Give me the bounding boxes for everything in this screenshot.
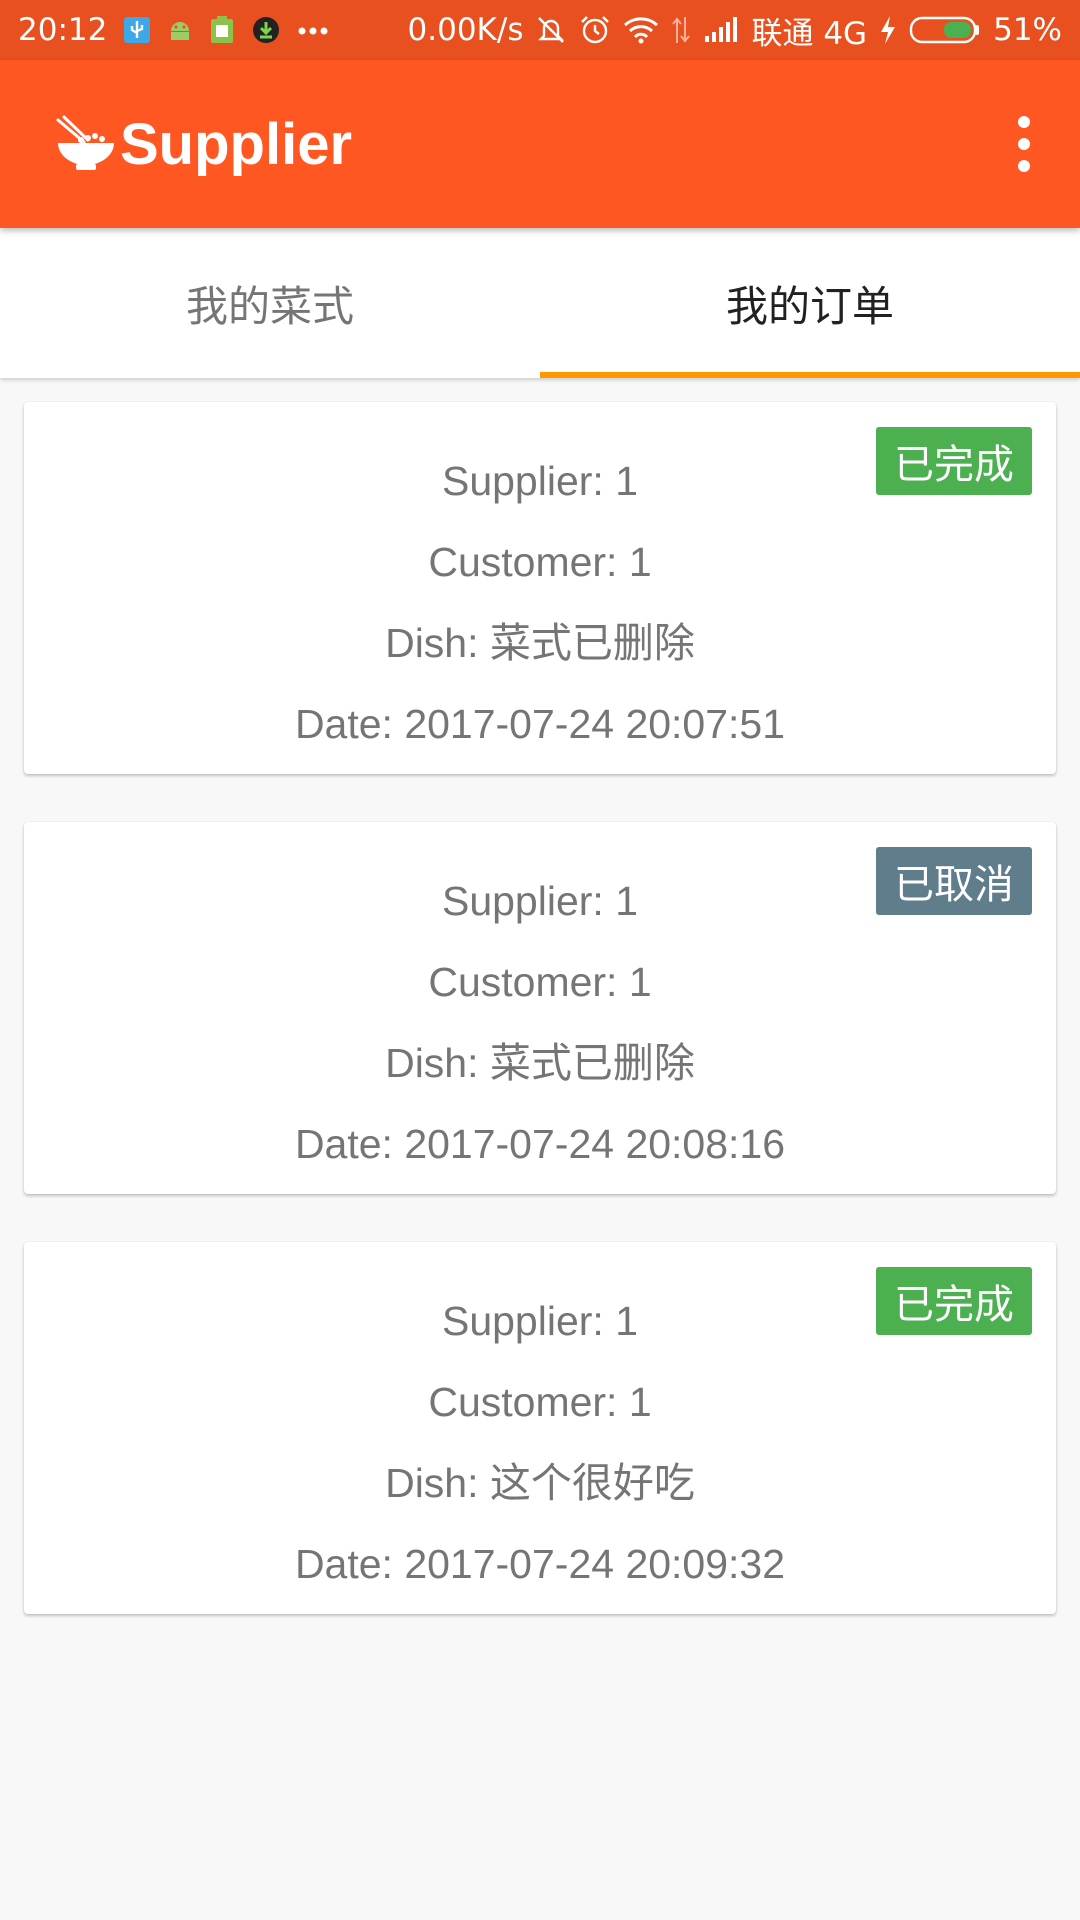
status-bar-right: 0.00K/s 联通 4G 51% bbox=[408, 8, 1062, 53]
battery-saver-icon bbox=[209, 15, 235, 45]
status-badge: 已取消 bbox=[876, 847, 1032, 915]
screen: 20:12 0.00K/s 联通 4G 51% Supplier 我的菜式 我的… bbox=[0, 0, 1080, 1920]
charging-icon bbox=[879, 15, 897, 45]
status-badge: 已完成 bbox=[876, 427, 1032, 495]
noodle-bowl-icon bbox=[54, 114, 118, 178]
app-toolbar: Supplier bbox=[0, 60, 1080, 228]
mute-icon bbox=[535, 14, 567, 46]
tab-my-orders[interactable]: 我的订单 bbox=[540, 228, 1080, 378]
carrier-label: 联通 4G bbox=[751, 15, 868, 52]
order-customer: Customer: 1 bbox=[428, 1379, 652, 1425]
order-customer: Customer: 1 bbox=[428, 959, 652, 1005]
order-card[interactable]: Supplier: 1 Customer: 1 Dish: 这个很好吃 Date… bbox=[24, 1242, 1056, 1614]
order-card[interactable]: Supplier: 1 Customer: 1 Dish: 菜式已删除 Date… bbox=[24, 822, 1056, 1194]
order-card[interactable]: Supplier: 1 Customer: 1 Dish: 菜式已删除 Date… bbox=[24, 402, 1056, 774]
alarm-icon bbox=[579, 14, 611, 46]
network-speed: 0.00K/s bbox=[407, 12, 524, 48]
usb-icon bbox=[123, 16, 151, 44]
order-dish: Dish: 这个很好吃 bbox=[385, 1460, 695, 1506]
data-arrows-icon bbox=[671, 15, 691, 45]
tab-bar: 我的菜式 我的订单 bbox=[0, 228, 1080, 378]
app-title: Supplier bbox=[120, 112, 353, 177]
more-dots-icon bbox=[297, 24, 329, 36]
more-vert-icon[interactable] bbox=[992, 104, 1056, 184]
status-time: 20:12 bbox=[18, 12, 108, 48]
order-date: Date: 2017-07-24 20:07:51 bbox=[294, 701, 786, 747]
status-bar: 20:12 0.00K/s 联通 4G 51% bbox=[0, 0, 1080, 60]
order-dish: Dish: 菜式已删除 bbox=[385, 620, 695, 666]
signal-icon bbox=[703, 16, 739, 44]
wifi-icon bbox=[623, 16, 659, 44]
battery-icon bbox=[909, 15, 981, 45]
tab-my-dishes[interactable]: 我的菜式 bbox=[0, 228, 540, 378]
android-icon bbox=[167, 17, 193, 43]
order-date: Date: 2017-07-24 20:09:32 bbox=[294, 1541, 786, 1587]
order-customer: Customer: 1 bbox=[428, 539, 652, 585]
download-icon bbox=[251, 15, 281, 45]
order-date: Date: 2017-07-24 20:08:16 bbox=[294, 1121, 786, 1167]
battery-percent: 51% bbox=[993, 12, 1062, 48]
order-dish: Dish: 菜式已删除 bbox=[385, 1040, 695, 1086]
status-bar-left: 20:12 bbox=[18, 12, 329, 48]
status-badge: 已完成 bbox=[876, 1267, 1032, 1335]
